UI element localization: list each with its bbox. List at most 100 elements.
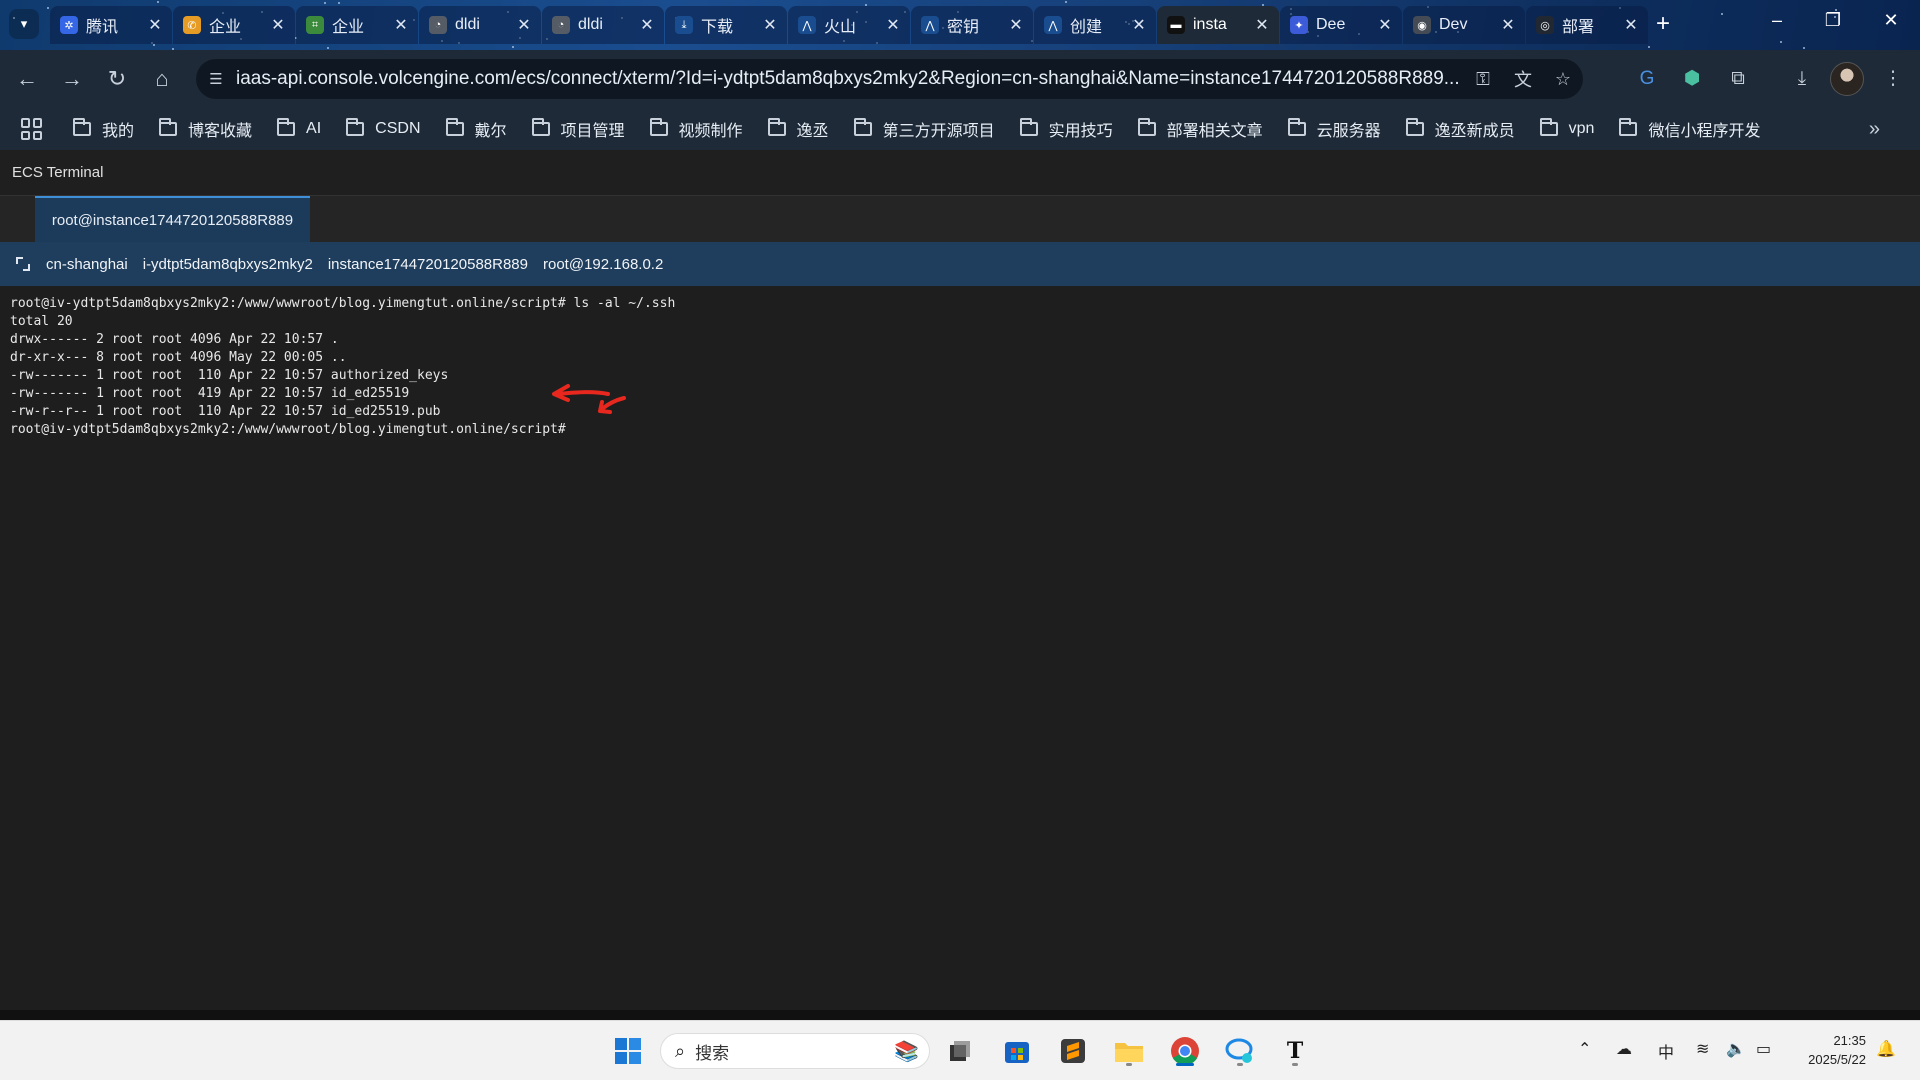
running-indicator: [1237, 1063, 1243, 1066]
chevron-double-right-icon[interactable]: »: [1869, 118, 1880, 141]
browser-tab[interactable]: ◔ dldi ✕: [419, 6, 541, 44]
close-window-button[interactable]: ✕: [1876, 10, 1906, 31]
new-tab-button[interactable]: +: [1650, 12, 1676, 38]
browser-tab[interactable]: ✆ 企业 ✕: [173, 6, 295, 44]
browser-tab[interactable]: ⤓ 下载 ✕: [665, 6, 787, 44]
tab-search-button[interactable]: ▾: [9, 9, 39, 39]
profile-avatar[interactable]: [1830, 62, 1864, 96]
tab-close-icon[interactable]: ✕: [1622, 15, 1640, 35]
bookmark-label: CSDN: [375, 120, 421, 137]
tab-close-icon[interactable]: ✕: [761, 15, 779, 35]
back-button[interactable]: ←: [12, 64, 42, 94]
bookmark-label: 部署相关文章: [1166, 123, 1263, 140]
tab-close-icon[interactable]: ✕: [1007, 15, 1025, 35]
tab-close-icon[interactable]: ✕: [1253, 15, 1271, 35]
bookmark-folder[interactable]: CSDN: [346, 117, 421, 141]
tab-close-icon[interactable]: ✕: [392, 15, 410, 35]
bookmark-folder[interactable]: 博客收藏: [159, 117, 252, 141]
tab-close-icon[interactable]: ✕: [638, 15, 656, 35]
windows-start-button[interactable]: [610, 1033, 646, 1069]
menu-kebab-icon[interactable]: ⋮: [1878, 64, 1908, 94]
forward-button[interactable]: →: [57, 64, 87, 94]
tab-favicon-icon: ✲: [60, 16, 78, 34]
ime-indicator[interactable]: 中: [1658, 1039, 1674, 1063]
browser-tab[interactable]: ◎ 部署 ✕: [1526, 6, 1648, 44]
download-icon[interactable]: ⤓: [1787, 64, 1817, 94]
browser-tab[interactable]: ⋀ 创建 ✕: [1034, 6, 1156, 44]
bookmark-folder[interactable]: 第三方开源项目: [853, 117, 995, 141]
browser-tab[interactable]: ✲ 腾讯 ✕: [50, 6, 172, 44]
apps-grid-icon[interactable]: [21, 118, 43, 140]
bookmark-label: 项目管理: [560, 123, 625, 140]
bookmark-folder[interactable]: vpn: [1539, 117, 1594, 141]
bookmark-folder[interactable]: 云服务器: [1287, 117, 1381, 141]
address-bar[interactable]: ☰ iaas-api.console.volcengine.com/ecs/co…: [196, 59, 1583, 99]
notification-bell-icon[interactable]: 🔔: [1876, 1039, 1896, 1059]
folder-icon: [853, 118, 872, 136]
annotation-arrows: [552, 384, 626, 414]
tab-title: Dev: [1439, 16, 1468, 33]
volume-icon[interactable]: 🔈: [1726, 1039, 1746, 1059]
translate-icon[interactable]: 文: [1503, 66, 1543, 92]
windows-logo-icon: [615, 1038, 641, 1064]
battery-icon[interactable]: ▭: [1756, 1039, 1771, 1059]
minimize-button[interactable]: –: [1762, 10, 1792, 31]
restore-button[interactable]: ❐: [1818, 10, 1848, 31]
tab-close-icon[interactable]: ✕: [1499, 15, 1517, 35]
browser-tab[interactable]: ⌗ 企业 ✕: [296, 6, 418, 44]
tab-title: 密钥: [947, 19, 980, 36]
tab-close-icon[interactable]: ✕: [1130, 15, 1148, 35]
chrome-button[interactable]: [1167, 1033, 1203, 1069]
star-bookmark-icon[interactable]: ☆: [1543, 69, 1583, 90]
onedrive-offline-icon[interactable]: ☁: [1616, 1039, 1632, 1059]
bookmark-folder[interactable]: 项目管理: [531, 117, 625, 141]
bookmark-folder[interactable]: 部署相关文章: [1137, 117, 1263, 141]
chat-app-button[interactable]: [1222, 1033, 1258, 1069]
terminal-output[interactable]: root@iv-ydtpt5dam8qbxys2mky2:/www/wwwroo…: [0, 286, 1920, 1010]
taskbar-search[interactable]: ⌕ 搜索 📚: [660, 1033, 930, 1069]
site-info-icon[interactable]: ☰: [196, 70, 236, 88]
extensions-puzzle-icon[interactable]: ⧉: [1723, 64, 1753, 94]
tab-close-icon[interactable]: ✕: [884, 15, 902, 35]
fullscreen-icon[interactable]: [16, 257, 30, 271]
browser-tab[interactable]: ◔ dldi ✕: [542, 6, 664, 44]
tab-close-icon[interactable]: ✕: [515, 15, 533, 35]
bookmark-folder[interactable]: 逸丞: [767, 117, 829, 141]
hexagon-extension-icon[interactable]: ⬢: [1677, 64, 1707, 94]
folder-icon: [1137, 118, 1156, 136]
typora-button[interactable]: T: [1277, 1033, 1313, 1069]
browser-tab[interactable]: ▬ insta ✕: [1157, 6, 1279, 44]
session-tab[interactable]: root@instance1744720120588R889: [35, 196, 310, 242]
tab-favicon-icon: ⤓: [675, 16, 693, 34]
sublime-text-button[interactable]: [1055, 1033, 1091, 1069]
browser-tab[interactable]: ⋀ 密钥 ✕: [911, 6, 1033, 44]
tab-title: 企业: [332, 19, 365, 36]
taskbar-clock[interactable]: 21:35 2025/5/22: [1790, 1031, 1866, 1069]
browser-tab[interactable]: ⋀ 火山 ✕: [788, 6, 910, 44]
bookmark-folder[interactable]: 逸丞新成员: [1405, 117, 1515, 141]
browser-tab[interactable]: ✦ Dee ✕: [1280, 6, 1402, 44]
url-text[interactable]: iaas-api.console.volcengine.com/ecs/conn…: [236, 68, 1463, 90]
task-view-button[interactable]: [942, 1033, 978, 1069]
home-button[interactable]: ⌂: [147, 64, 177, 94]
bookmark-folder[interactable]: 我的: [73, 117, 134, 141]
google-translate-extension-icon[interactable]: G: [1632, 64, 1662, 94]
instance-name-label: instance1744720120588R889: [327, 255, 528, 273]
tab-title: 企业: [209, 19, 242, 36]
microsoft-store-button[interactable]: [999, 1033, 1035, 1069]
bookmark-folder[interactable]: 戴尔: [445, 117, 507, 141]
key-icon[interactable]: ⚿: [1463, 69, 1503, 90]
star-decoration: [338, 2, 340, 4]
tab-close-icon[interactable]: ✕: [269, 15, 287, 35]
file-explorer-button[interactable]: [1111, 1033, 1147, 1069]
bookmark-folder[interactable]: 实用技巧: [1019, 117, 1113, 141]
tray-overflow-chevron-icon[interactable]: ⌃: [1578, 1039, 1591, 1059]
browser-tab[interactable]: ◉ Dev ✕: [1403, 6, 1525, 44]
tab-close-icon[interactable]: ✕: [1376, 15, 1394, 35]
wifi-icon[interactable]: ≋: [1696, 1039, 1709, 1059]
tab-close-icon[interactable]: ✕: [146, 15, 164, 35]
bookmark-folder[interactable]: AI: [277, 117, 321, 141]
bookmark-folder[interactable]: 微信小程序开发: [1619, 117, 1760, 141]
bookmark-folder[interactable]: 视频制作: [649, 117, 743, 141]
reload-button[interactable]: ↻: [102, 64, 132, 94]
